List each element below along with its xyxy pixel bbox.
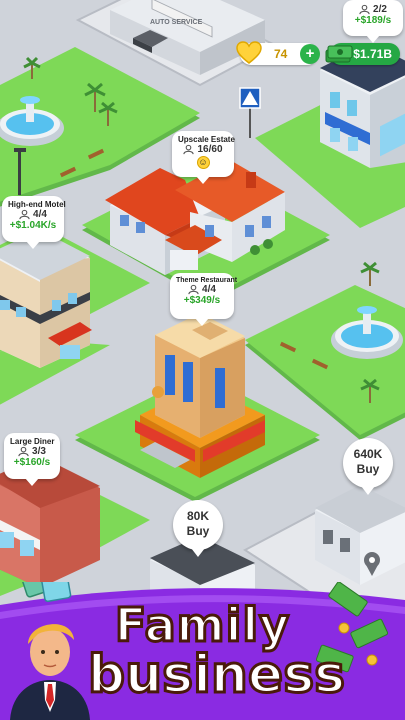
- high-end-motel-building[interactable]: [0, 230, 92, 368]
- theme-restaurant-info[interactable]: Theme Restaurant 4/4 +$349/s: [170, 273, 238, 326]
- cash-value: $1.71B: [353, 47, 392, 61]
- large-diner-info[interactable]: Large Diner 3/3 +$160/s: [4, 433, 60, 486]
- theme-restaurant-name: Theme Restaurant: [176, 277, 238, 284]
- buy-building-right-button[interactable]: 640K Buy: [343, 438, 393, 495]
- top-right-occupancy: 2/2: [373, 4, 387, 15]
- person-icon: [19, 209, 30, 220]
- cash-counter: $1.71B: [325, 43, 400, 65]
- coins-counter[interactable]: 74 +: [236, 41, 320, 65]
- buy-right-price: 640K: [353, 447, 383, 461]
- large-diner-name: Large Diner: [10, 437, 55, 446]
- upscale-estate-name: Upscale Estate: [178, 135, 235, 144]
- top-right-income: +$189/s: [354, 15, 392, 26]
- person-icon: [359, 4, 370, 15]
- heart-icon: [236, 41, 262, 64]
- title-line-1: Family: [113, 597, 291, 654]
- upscale-estate-info[interactable]: Upscale Estate 16/60 ☺: [172, 131, 235, 184]
- large-diner-occupancy: 3/3: [32, 446, 46, 457]
- person-icon: [183, 144, 195, 155]
- money-stack-icon: [325, 45, 353, 63]
- person-icon: [188, 284, 199, 295]
- high-end-motel-name: High-end Motel: [8, 200, 66, 209]
- auto-service-sign: AUTO SERVICE: [150, 19, 203, 26]
- title-line-2: business: [86, 644, 346, 707]
- buy-center-label: Buy: [186, 524, 210, 538]
- theme-restaurant-income: +$349/s: [183, 295, 221, 306]
- person-icon: [18, 446, 29, 457]
- buy-right-label: Buy: [356, 462, 380, 476]
- theme-restaurant-occupancy: 4/4: [202, 284, 216, 295]
- top-right-building-info[interactable]: 2/2 +$189/s: [343, 0, 403, 43]
- buy-center-price: 80K: [186, 509, 209, 523]
- high-end-motel-info[interactable]: High-end Motel 4/4 +$1.04K/s: [2, 196, 66, 249]
- coins-value: 74: [274, 47, 288, 61]
- high-end-motel-income: +$1.04K/s: [9, 220, 57, 231]
- high-end-motel-occupancy: 4/4: [33, 209, 47, 220]
- large-diner-income: +$160/s: [13, 457, 51, 468]
- add-coins-button[interactable]: +: [300, 44, 320, 64]
- upscale-estate-occupancy: 16/60: [197, 144, 223, 155]
- smile-emoji-icon: ☺: [196, 156, 210, 169]
- buy-building-center-button[interactable]: 80K Buy: [173, 500, 223, 557]
